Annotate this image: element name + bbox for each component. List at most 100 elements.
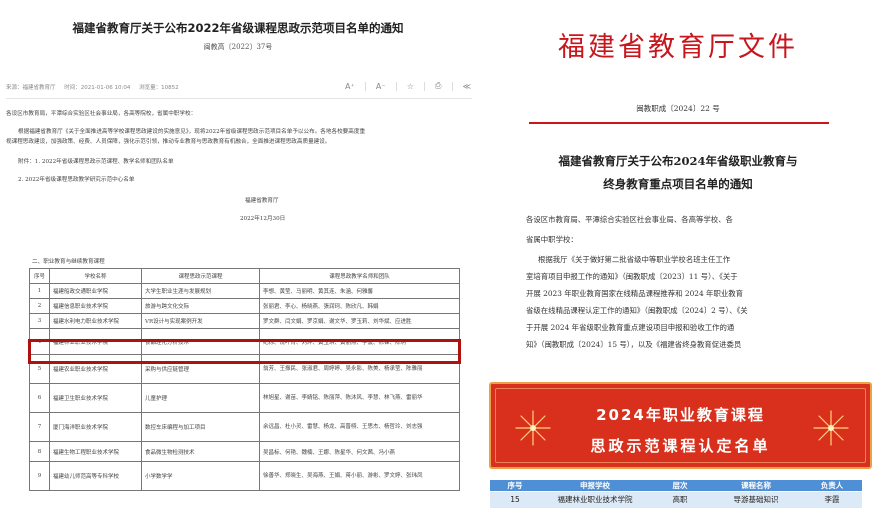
- cell-course: VR设计与实现案例开发: [141, 313, 260, 329]
- table-row: 3 福建水利电力职业技术学院 VR设计与实现案例开发 罗文群、闫文娟、罗京娟、谢…: [29, 313, 460, 329]
- toolbar-divider: [395, 81, 397, 91]
- cell-no: 15: [490, 491, 540, 508]
- cell-no: 7: [29, 412, 50, 442]
- article-toolbar: A⁺ A⁻ ☆ ⎙ ≪: [345, 80, 471, 92]
- cell-no: 9: [29, 461, 50, 491]
- meta-time: 时间：2021-01-06 10:04: [64, 85, 131, 91]
- cell-level: 高职: [650, 491, 710, 508]
- table-header-row: 序号 学校名称 课程思政示范课程 课程思政教学名师和团队: [29, 268, 460, 284]
- table-row: 2 福建信息职业技术学院 旅游与跨文化交际 张丽君、李心、杨晓燕、張润珂、陈欣凡…: [29, 298, 460, 314]
- table-header-row: 序号 申报学校 层次 课程名称 负责人: [490, 480, 862, 492]
- favorite-star-icon[interactable]: ☆: [407, 82, 414, 91]
- table-row: 1 福建船政交通职业学院 大学生职业生涯与发展规划 李想、黄莹、马丽明、黄其连、…: [29, 283, 460, 299]
- right-doc-title-line-2: 终身教育重点项目名单的通知: [603, 177, 753, 191]
- left-doc-number: 闽教高〔2022〕37号: [203, 43, 273, 51]
- cell-team: 吴昌标、何艳、魏楠、王娜、陈星华、何文茜、冯小燕: [259, 441, 460, 462]
- col-header-no: 序号: [490, 480, 540, 492]
- col-header-school: 申报学校: [540, 480, 650, 492]
- toolbar-divider: [423, 81, 425, 91]
- right-document-panel: 福建省教育厅文件 闽教职成〔2024〕22 号 福建省教育厅关于公布2024年省…: [484, 0, 872, 513]
- left-signature: 福建省教育厅: [245, 198, 279, 204]
- cell-course: 儿童护理: [141, 383, 260, 413]
- cell-no: 3: [29, 313, 50, 329]
- left-body-line-1: 根据福建省教育厅《关于全面推进高等学校课程思政建设的实施意见》，现将2022年省…: [18, 129, 366, 135]
- font-increase-icon[interactable]: A⁺: [345, 82, 355, 91]
- cell-no: 1: [29, 283, 50, 299]
- col-header-course: 课程思政示范课程: [141, 268, 260, 284]
- toolbar-divider: [364, 81, 366, 91]
- cell-team: 徐善华、郑晓生、吴海燕、王娟、蒋小丽、游彬、罗文婷、张玮凤: [259, 461, 460, 491]
- cell-no: 6: [29, 383, 50, 413]
- toolbar-divider: [451, 81, 453, 91]
- cell-team-text: 张丽君、李心、杨晓燕、張润珂、陈欣凡、韩娟: [263, 304, 379, 310]
- cell-school: 福建卫生职业技术学院: [49, 383, 142, 413]
- cell-course: 旅游与跨文化交际: [141, 298, 260, 314]
- red-header-title: 福建省教育厅文件: [558, 32, 798, 63]
- col-header-no: 序号: [29, 268, 50, 284]
- table-row: 8 福建生物工程职业技术学院 食品微生物检测技术 吴昌标、何艳、魏楠、王娜、陈星…: [29, 441, 460, 462]
- red-header-rule: [529, 122, 829, 124]
- right-body-line: 根据我厅《关于做好第二批省级中等职业学校名班主任工作: [538, 255, 731, 264]
- cell-course: 导游基础知识: [710, 491, 802, 508]
- right-body-line: 开展 2023 年职业教育国家在线精品课程推荐和 2024 年职业教育: [526, 289, 744, 298]
- course-banner: 2024年职业教育课程 思政示范课程认定名单: [489, 382, 872, 469]
- col-header-school: 学校名称: [49, 268, 142, 284]
- col-header-team: 课程思政教学名师和团队: [259, 268, 460, 284]
- font-decrease-icon[interactable]: A⁻: [376, 82, 386, 91]
- right-body-line: 省级在线精品课程认定工作的通知》（闽教职成〔2024〕2 号）、《关: [526, 306, 748, 315]
- meta-divider: [6, 98, 472, 99]
- cell-school: 福建信息职业技术学院: [49, 298, 142, 314]
- left-doc-title: 福建省教育厅关于公布2022年省级课程思政示范项目名单的通知: [72, 21, 404, 35]
- cell-team: 李想、黄莹、马丽明、黄其连、朱涵、何雅馨: [259, 283, 460, 299]
- cell-team-text: 林旭星、谢苗、李婧铭、陈丽萍、陈沐风、李慧、林飞燕、雷丽华: [263, 395, 423, 401]
- article-meta: 来源：福建省教育厅 时间：2021-01-06 10:04 浏览量：10852: [6, 83, 186, 91]
- left-document-panel: 福建省教育厅关于公布2022年省级课程思政示范项目名单的通知 闽教高〔2022〕…: [0, 0, 476, 513]
- highlight-box: [28, 339, 461, 364]
- cell-team: 张丽君、李心、杨晓燕、張润珂、陈欣凡、韩娟: [259, 298, 460, 314]
- meta-source: 来源：福建省教育厅: [6, 85, 56, 91]
- cell-team: 罗文群、闫文娟、罗京娟、谢文华、罗玉莉、刘华斌、应进胜: [259, 313, 460, 329]
- cell-school: 厦门海洋职业技术学院: [49, 412, 142, 442]
- table-row: 7 厦门海洋职业技术学院 数控车床编程与加工项目 余远昌、杜小灵、雷慧、杨龙、高…: [29, 412, 460, 442]
- share-icon[interactable]: ≪: [463, 82, 471, 91]
- col-header-level: 层次: [650, 480, 710, 492]
- left-body-line-2: 视课程思政建设，加强政策、经费、人员保障，强化示范引领，推动专业教育与思政教育有…: [6, 139, 331, 145]
- right-salutation-line-1: 各设区市教育局、平潭综合实验区社会事业局、各高等学校、各: [526, 215, 733, 224]
- right-doc-title-line-1: 福建省教育厅关于公布2024年省级职业教育与: [558, 154, 798, 168]
- cell-school: 福建林业职业技术学院: [540, 491, 650, 508]
- meta-views: 浏览量：10852: [139, 85, 179, 91]
- cell-course: 大学生职业生涯与发展规划: [141, 283, 260, 299]
- cell-team-text: 罗文群、闫文娟、罗京娟、谢文华、罗玉莉、刘华斌、应进胜: [263, 319, 412, 325]
- attachment-2[interactable]: 2. 2022年省级课程思政教学研究示范中心名单: [18, 176, 134, 185]
- right-doc-number: 闽教职成〔2024〕22 号: [636, 104, 720, 113]
- certified-course-table: 序号 申报学校 层次 课程名称 负责人 15 福建林业职业技术学院 高职 导游基…: [490, 480, 862, 508]
- left-date: 2022年12月30日: [240, 216, 286, 222]
- cell-no: 2: [29, 298, 50, 314]
- col-header-course: 课程名称: [710, 480, 802, 492]
- banner-title-line-2: 思政示范课程认定名单: [590, 437, 771, 455]
- cell-team-text: 徐善华、郑晓生、吴海燕、王娟、蒋小丽、游彬、罗文婷、张玮凤: [263, 473, 423, 479]
- cell-team-text: 翁芳、王振民、张淑君、周婷婷、吴永影、陈美、杨承莹、陈雅丽: [263, 366, 423, 372]
- cell-team: 余远昌、杜小灵、雷慧、杨龙、高晋栩、王思杰、杨哲玲、刘志强: [259, 412, 460, 442]
- cell-team-text: 李想、黄莹、马丽明、黄其连、朱涵、何雅馨: [263, 289, 374, 295]
- table-row: 15 福建林业职业技术学院 高职 导游基础知识 李霞: [490, 491, 862, 508]
- cell-team-text: 余远昌、杜小灵、雷慧、杨龙、高晋栩、王思杰、杨哲玲、刘志强: [263, 424, 423, 430]
- cell-course: 食品微生物检测技术: [141, 441, 260, 462]
- banner-title-line-1: 2024年职业教育课程: [596, 406, 765, 424]
- cell-school: 福建船政交通职业学院: [49, 283, 142, 299]
- cell-course: 数控车床编程与加工项目: [141, 412, 260, 442]
- print-icon[interactable]: ⎙: [435, 81, 441, 91]
- cell-team: 林旭星、谢苗、李婧铭、陈丽萍、陈沐风、李慧、林飞燕、雷丽华: [259, 383, 460, 413]
- course-list-table: 序号 学校名称 课程思政示范课程 课程思政教学名师和团队 1 福建船政交通职业学…: [29, 268, 460, 491]
- table-row: 6 福建卫生职业技术学院 儿童护理 林旭星、谢苗、李婧铭、陈丽萍、陈沐风、李慧、…: [29, 383, 460, 413]
- section-title: 二、职业教育与继续教育课程: [32, 259, 105, 265]
- col-header-leader: 负责人: [802, 480, 862, 492]
- right-body-line: 知》（闽教职成〔2024〕15 号），以及《福建省终身教育促进委员: [526, 340, 742, 349]
- right-body-line: 室培育项目申报工作的通知》（闽教职成〔2023〕11 号）、《关于: [526, 272, 738, 281]
- attachment-1[interactable]: 附件：1. 2022年省级课程思政示范课程、教学名师和团队名单: [18, 158, 174, 167]
- cell-no: 8: [29, 441, 50, 462]
- right-body-line: 于开展 2024 年省级职业教育重点建设项目申报和验收工作的通: [526, 323, 735, 332]
- cell-school: 福建幼儿师范高等专科学校: [49, 461, 142, 491]
- table-row: 9 福建幼儿师范高等专科学校 小学数学学 徐善华、郑晓生、吴海燕、王娟、蒋小丽、…: [29, 461, 460, 491]
- cell-course: 小学数学学: [141, 461, 260, 491]
